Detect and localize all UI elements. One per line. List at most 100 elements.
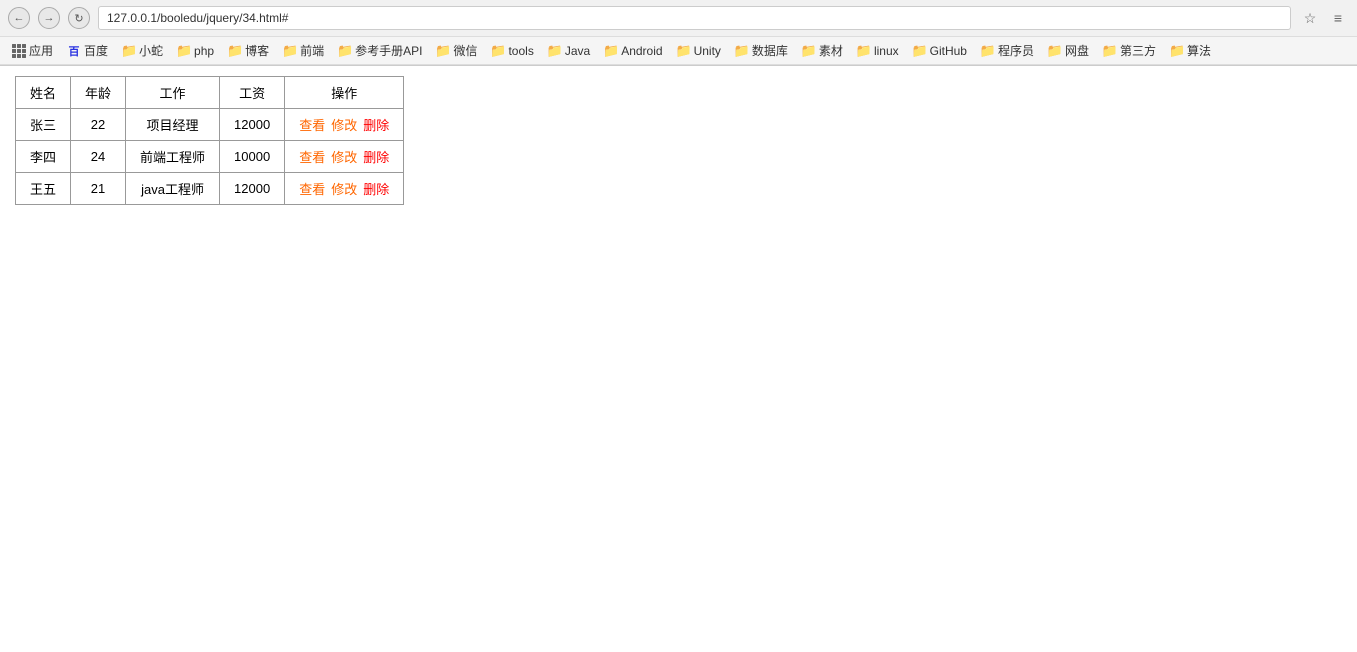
folder-icon: 📁: [548, 44, 562, 58]
table-cell-actions: 查看修改删除: [285, 109, 404, 141]
forward-button[interactable]: →: [38, 7, 60, 29]
folder-icon: 📁: [122, 44, 136, 58]
nav-icons: ☆ ≡: [1299, 7, 1349, 29]
bookmark-item-微信[interactable]: 📁微信: [430, 40, 483, 61]
edit-link[interactable]: 修改: [331, 179, 357, 198]
folder-icon: 📁: [491, 44, 505, 58]
table-cell-age: 21: [71, 173, 126, 205]
table-header: 工作: [126, 77, 220, 109]
bookmark-label: 素材: [819, 42, 843, 59]
page-content: 姓名年龄工作工资操作 张三22项目经理12000查看修改删除李四24前端工程师1…: [0, 66, 1357, 215]
table-row: 王五21java工程师12000查看修改删除: [16, 173, 404, 205]
bookmark-label: php: [194, 44, 214, 58]
bookmark-item-数据库[interactable]: 📁数据库: [729, 40, 794, 61]
bookmark-label: 博客: [245, 42, 269, 59]
bookmark-item-linux[interactable]: 📁linux: [851, 42, 905, 60]
bookmark-label: 应用: [29, 42, 53, 59]
bookmark-item-参考手册API[interactable]: 📁参考手册API: [332, 40, 428, 61]
bookmark-label: 微信: [453, 42, 477, 59]
view-link[interactable]: 查看: [299, 147, 325, 166]
bookmark-item-tools[interactable]: 📁tools: [485, 42, 539, 60]
apps-icon: [12, 44, 26, 58]
table-cell-actions: 查看修改删除: [285, 141, 404, 173]
table-cell-name: 李四: [16, 141, 71, 173]
folder-icon: 📁: [913, 44, 927, 58]
bookmark-item-Android[interactable]: 📁Android: [598, 42, 668, 60]
bookmarks-bar: 应用百百度📁小蛇📁php📁博客📁前端📁参考手册API📁微信📁tools📁Java…: [0, 37, 1357, 65]
table-cell-salary: 10000: [220, 141, 285, 173]
bookmark-item-博客[interactable]: 📁博客: [222, 40, 275, 61]
bookmark-label: 程序员: [998, 42, 1034, 59]
folder-icon: 📁: [1048, 44, 1062, 58]
table-cell-name: 张三: [16, 109, 71, 141]
table-cell-actions: 查看修改删除: [285, 173, 404, 205]
folder-icon: 📁: [436, 44, 450, 58]
bookmark-label: Unity: [694, 44, 721, 58]
table-cell-job: java工程师: [126, 173, 220, 205]
delete-link[interactable]: 删除: [363, 179, 389, 198]
menu-icon[interactable]: ≡: [1327, 7, 1349, 29]
delete-link[interactable]: 删除: [363, 147, 389, 166]
bookmark-label: Java: [565, 44, 590, 58]
table-cell-salary: 12000: [220, 173, 285, 205]
folder-icon: 📁: [677, 44, 691, 58]
folder-icon: 📁: [802, 44, 816, 58]
bookmark-label: GitHub: [930, 44, 967, 58]
folder-icon: 📁: [604, 44, 618, 58]
data-table: 姓名年龄工作工资操作 张三22项目经理12000查看修改删除李四24前端工程师1…: [15, 76, 404, 205]
view-link[interactable]: 查看: [299, 115, 325, 134]
star-icon[interactable]: ☆: [1299, 7, 1321, 29]
bookmark-label: linux: [874, 44, 899, 58]
bookmark-item-应用[interactable]: 应用: [6, 40, 59, 61]
folder-icon: 📁: [338, 44, 352, 58]
bookmark-item-网盘[interactable]: 📁网盘: [1042, 40, 1095, 61]
bookmark-label: 参考手册API: [355, 42, 422, 59]
bookmark-item-Unity[interactable]: 📁Unity: [671, 42, 727, 60]
bookmark-label: 前端: [300, 42, 324, 59]
folder-icon: 📁: [1103, 44, 1117, 58]
table-cell-salary: 12000: [220, 109, 285, 141]
folder-icon: 📁: [735, 44, 749, 58]
bookmark-item-百度[interactable]: 百百度: [61, 40, 114, 61]
bookmark-label: Android: [621, 44, 662, 58]
table-cell-job: 项目经理: [126, 109, 220, 141]
table-header: 年龄: [71, 77, 126, 109]
bookmark-item-程序员[interactable]: 📁程序员: [975, 40, 1040, 61]
bookmark-item-前端[interactable]: 📁前端: [277, 40, 330, 61]
back-button[interactable]: ←: [8, 7, 30, 29]
edit-link[interactable]: 修改: [331, 147, 357, 166]
folder-icon: 📁: [1170, 44, 1184, 58]
bookmark-label: 数据库: [752, 42, 788, 59]
view-link[interactable]: 查看: [299, 179, 325, 198]
bookmark-item-php[interactable]: 📁php: [171, 42, 220, 60]
folder-icon: 📁: [283, 44, 297, 58]
table-row: 李四24前端工程师10000查看修改删除: [16, 141, 404, 173]
folder-icon: 📁: [981, 44, 995, 58]
bookmark-item-第三方[interactable]: 📁第三方: [1097, 40, 1162, 61]
table-cell-age: 22: [71, 109, 126, 141]
bookmark-label: 小蛇: [139, 42, 163, 59]
table-cell-job: 前端工程师: [126, 141, 220, 173]
bookmark-item-小蛇[interactable]: 📁小蛇: [116, 40, 169, 61]
bookmark-label: 算法: [1187, 42, 1211, 59]
bookmark-item-Java[interactable]: 📁Java: [542, 42, 596, 60]
folder-icon: 📁: [228, 44, 242, 58]
bookmark-label: 第三方: [1120, 42, 1156, 59]
bookmark-label: tools: [508, 44, 533, 58]
bookmark-item-GitHub[interactable]: 📁GitHub: [907, 42, 973, 60]
bookmark-item-算法[interactable]: 📁算法: [1164, 40, 1217, 61]
folder-icon: 📁: [857, 44, 871, 58]
address-bar[interactable]: [98, 6, 1291, 30]
table-row: 张三22项目经理12000查看修改删除: [16, 109, 404, 141]
table-cell-name: 王五: [16, 173, 71, 205]
edit-link[interactable]: 修改: [331, 115, 357, 134]
table-header: 姓名: [16, 77, 71, 109]
bookmark-label: 百度: [84, 42, 108, 59]
bookmark-item-素材[interactable]: 📁素材: [796, 40, 849, 61]
delete-link[interactable]: 删除: [363, 115, 389, 134]
browser-chrome: ← → ↻ ☆ ≡ 应用百百度📁小蛇📁php📁博客📁前端📁参考手册API📁微信📁…: [0, 0, 1357, 66]
folder-icon: 📁: [177, 44, 191, 58]
table-cell-age: 24: [71, 141, 126, 173]
table-header: 操作: [285, 77, 404, 109]
reload-button[interactable]: ↻: [68, 7, 90, 29]
